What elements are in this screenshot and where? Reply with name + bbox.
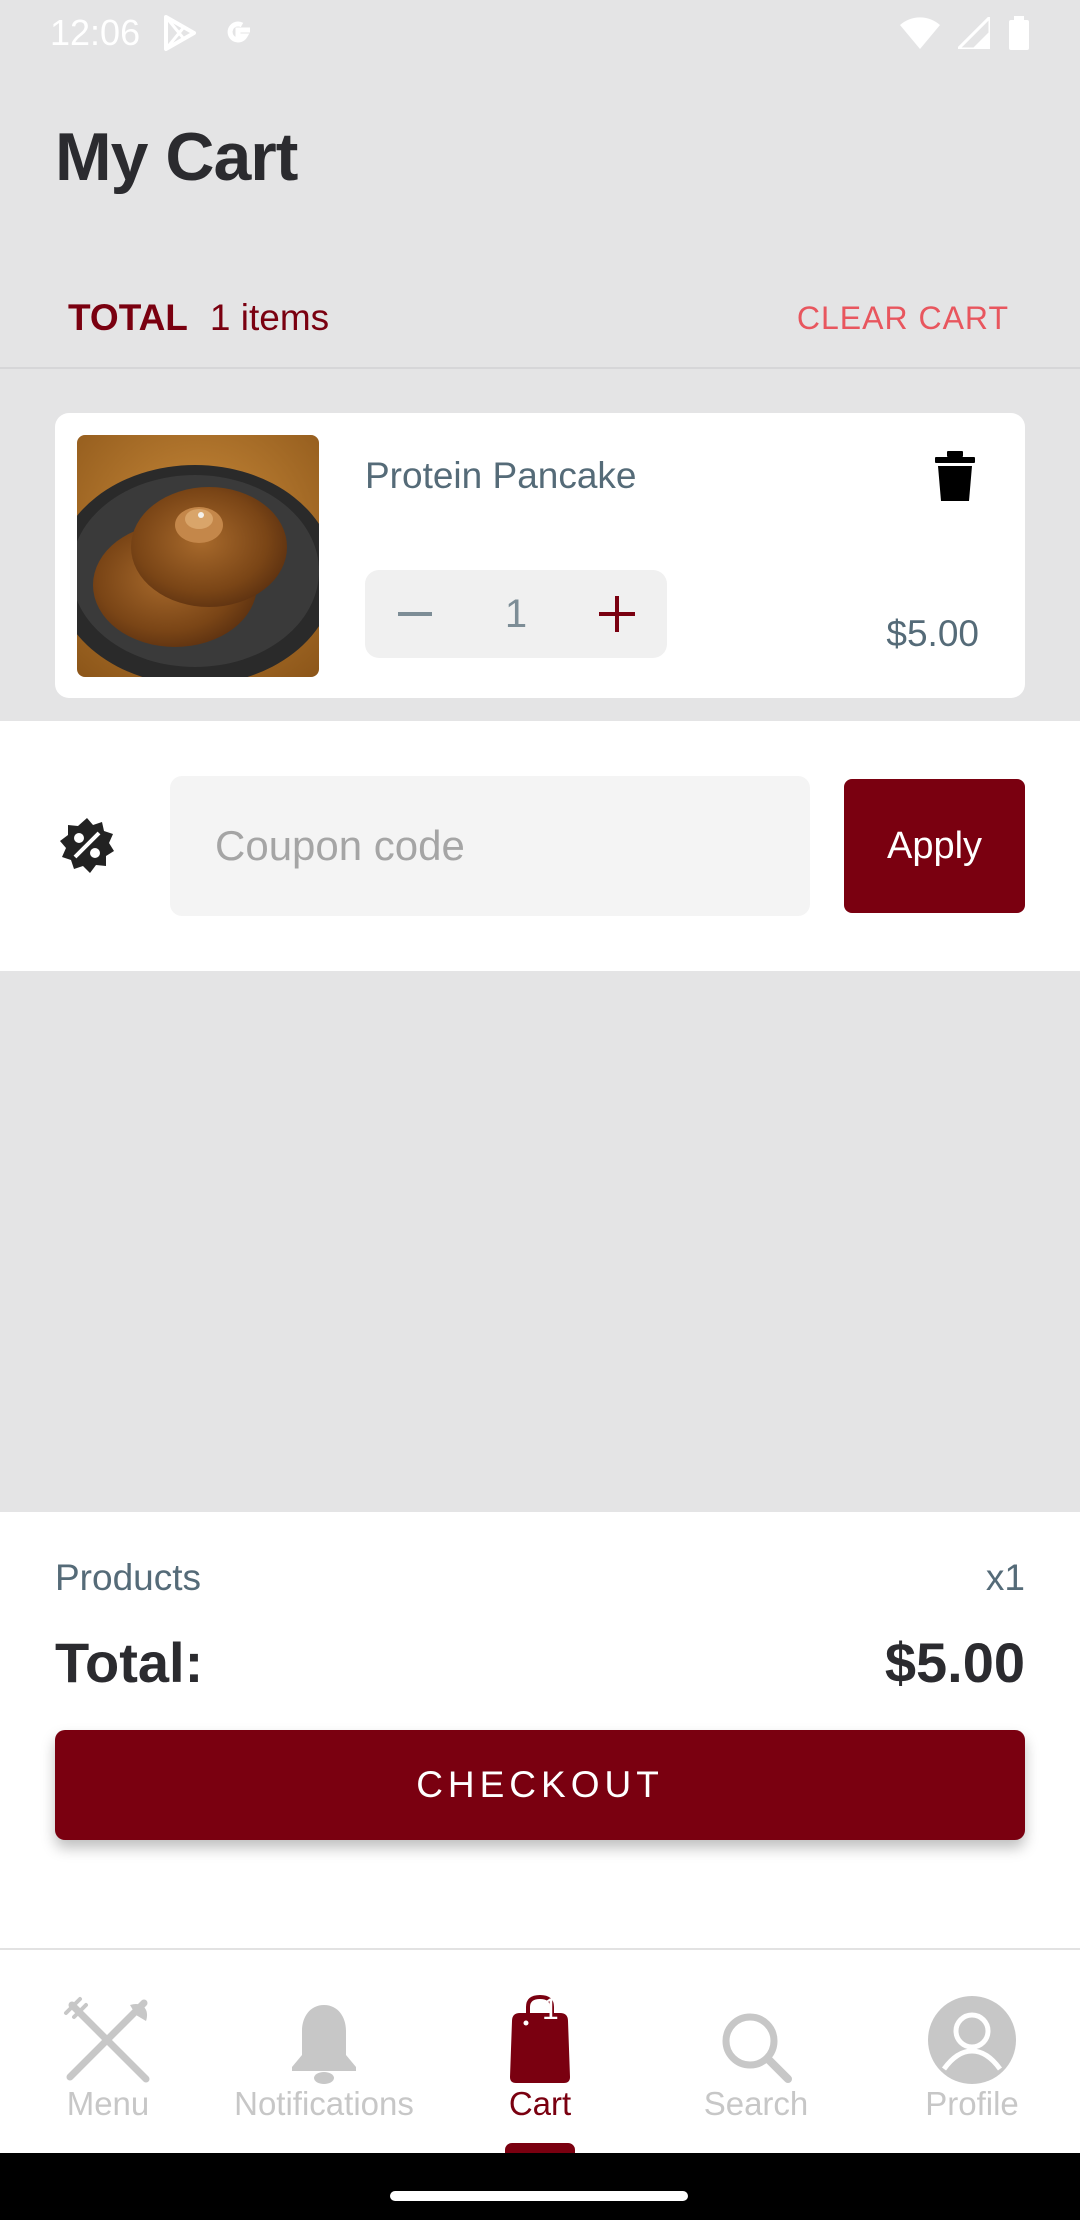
coupon-section: Apply <box>0 721 1080 971</box>
item-price: $5.00 <box>886 613 979 654</box>
battery-icon <box>1008 16 1030 50</box>
discount-badge-icon <box>58 816 116 874</box>
nav-item-search[interactable]: Search <box>648 1950 864 2153</box>
cart-item-card: Protein Pancake 1 $5.00 <box>55 413 1025 698</box>
plus-icon <box>599 596 635 632</box>
page-title: My Cart <box>55 119 298 195</box>
apply-coupon-button[interactable]: Apply <box>844 779 1025 913</box>
clear-cart-button[interactable]: CLEAR CART <box>797 300 1009 337</box>
cart-badge: 1 <box>542 1993 559 2026</box>
nav-label-menu: Menu <box>66 2085 150 2122</box>
decrease-quantity-button[interactable] <box>365 570 465 658</box>
total-label: Total: <box>55 1631 204 1694</box>
status-time: 12:06 <box>50 12 141 53</box>
divider <box>0 367 1080 369</box>
nav-label-cart: Cart <box>508 2085 572 2122</box>
nav-label-profile: Profile <box>925 2085 1019 2122</box>
nav-item-profile[interactable]: Profile <box>864 1950 1080 2153</box>
nav-label-notifications: Notifications <box>234 2085 414 2122</box>
fork-knife-icon <box>64 1997 150 2083</box>
status-bar: 12:06 <box>0 0 1080 66</box>
bell-icon <box>292 2005 356 2084</box>
nav-item-notifications[interactable]: Notifications <box>216 1950 432 2153</box>
increase-quantity-button[interactable] <box>567 570 667 658</box>
quantity-value: 1 <box>504 591 528 636</box>
nav-label-search: Search <box>703 2085 809 2122</box>
nav-item-cart[interactable]: 1 Cart <box>432 1950 648 2153</box>
trash-icon <box>935 451 975 501</box>
nav-item-menu[interactable]: Menu <box>0 1950 216 2153</box>
google-icon <box>220 15 256 51</box>
products-label: Products <box>55 1557 202 1598</box>
shopping-bag-icon <box>510 1995 570 2083</box>
product-name: Protein Pancake <box>365 455 637 496</box>
home-gesture-handle[interactable] <box>390 2191 688 2201</box>
profile-icon <box>928 1996 1016 2084</box>
total-amount: $5.00 <box>884 1631 1025 1694</box>
search-icon <box>722 2013 792 2083</box>
product-image[interactable] <box>77 435 319 677</box>
play-store-icon <box>162 14 198 52</box>
bottom-navigation: Menu Notifications 1 Cart Search Profile <box>0 1948 1080 2153</box>
order-summary: Products x1 Total: $5.00 CHECKOUT <box>0 1512 1080 1950</box>
items-count: 1 items <box>209 297 330 338</box>
wifi-icon <box>900 17 940 49</box>
delete-item-button[interactable] <box>935 451 985 509</box>
total-label: TOTAL <box>68 297 188 338</box>
products-count: x1 <box>985 1557 1025 1598</box>
signal-icon <box>958 17 990 49</box>
checkout-button[interactable]: CHECKOUT <box>55 1730 1025 1840</box>
minus-icon <box>398 612 432 616</box>
system-navigation-bar <box>0 2153 1080 2220</box>
coupon-code-input[interactable] <box>170 776 810 916</box>
quantity-stepper: 1 <box>365 570 667 658</box>
cart-summary-row: TOTAL 1 items CLEAR CART <box>0 268 1080 368</box>
